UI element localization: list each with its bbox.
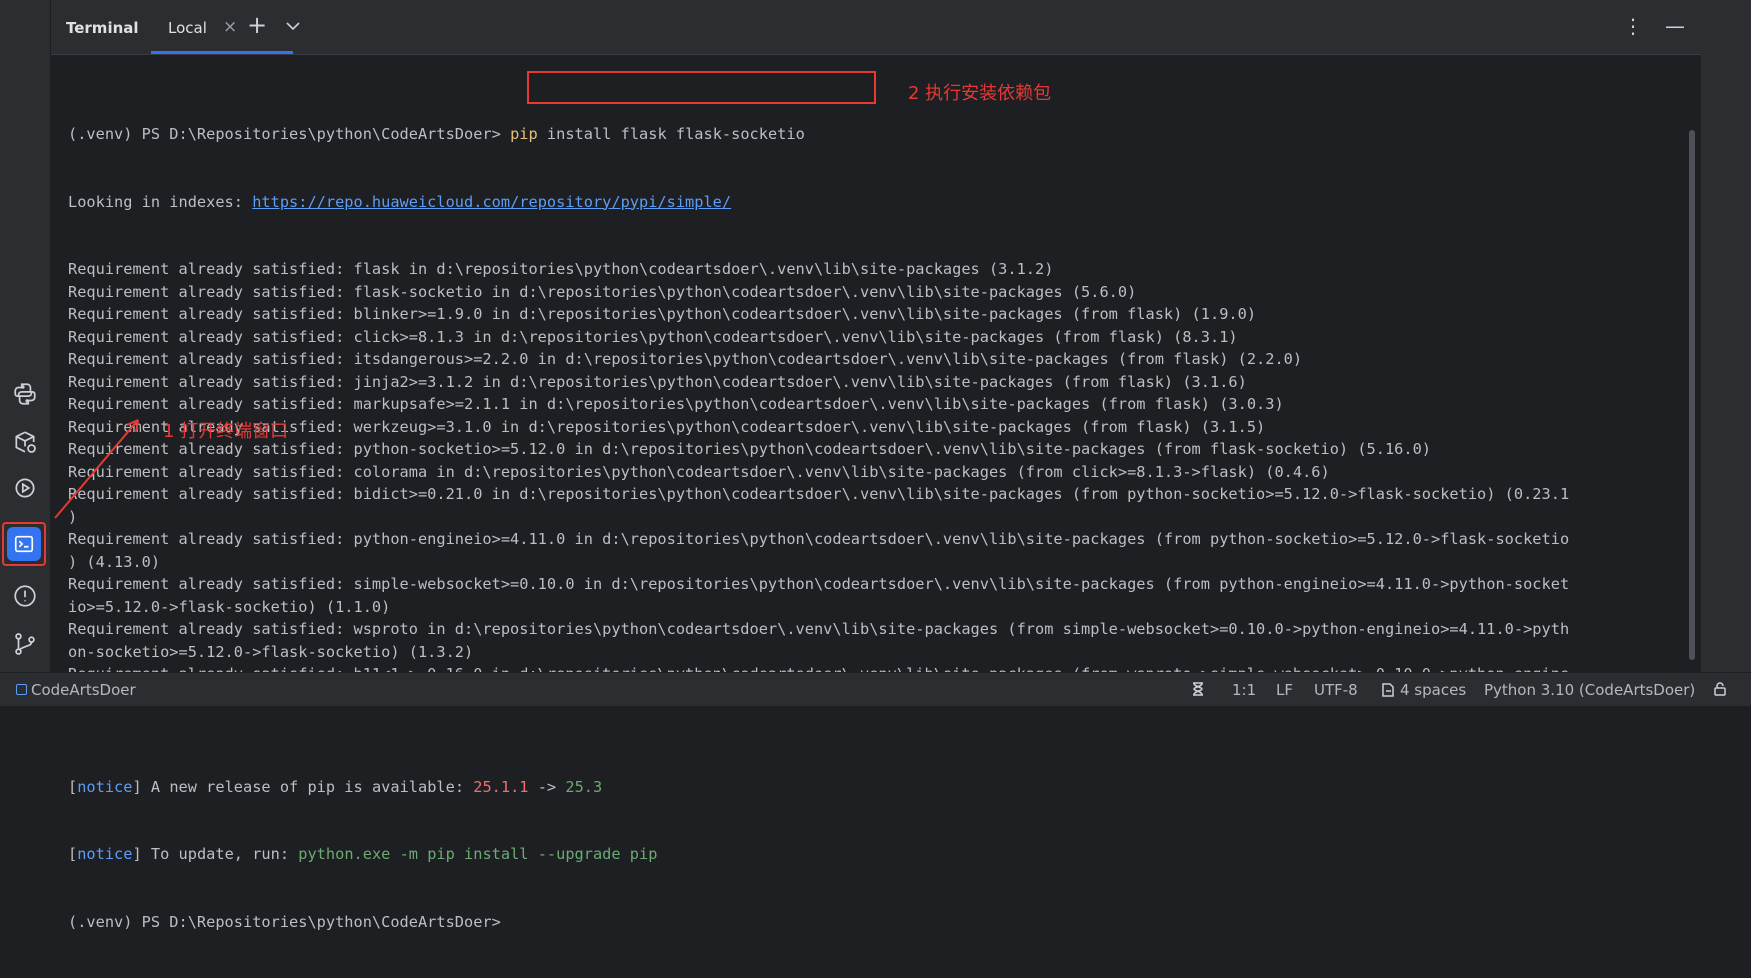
terminal-line: Requirement already satisfied: blinker>=… — [68, 305, 1257, 323]
line-separator[interactable]: LF — [1276, 681, 1293, 699]
looking-in-indexes-label: Looking in indexes: — [68, 192, 253, 211]
final-prompt: (.venv) PS D:\Repositories\python\CodeAr… — [68, 912, 501, 931]
lock-icon[interactable] — [1712, 681, 1728, 701]
services-run-icon[interactable] — [7, 470, 43, 506]
tab-local[interactable]: Local × — [151, 0, 293, 54]
terminal-line: Requirement already satisfied: markupsaf… — [68, 395, 1284, 413]
terminal-line: Requirement already satisfied: simple-we… — [68, 575, 1570, 593]
notice-tag: notice — [77, 777, 133, 796]
command-highlight-box — [527, 71, 876, 104]
chevron-down-icon[interactable] — [283, 16, 303, 36]
file-encoding[interactable]: UTF-8 — [1314, 681, 1358, 699]
indent-value: 4 spaces — [1400, 681, 1467, 699]
terminal-line: Requirement already satisfied: flask in … — [68, 260, 1054, 278]
git-icon[interactable] — [7, 626, 43, 662]
hourglass-icon[interactable] — [1190, 681, 1206, 701]
problems-icon[interactable] — [7, 578, 43, 614]
terminal-icon — [7, 527, 41, 561]
status-bar: CodeArtsDoer 1:1 LF UTF-8 4 spaces Pytho… — [0, 672, 1751, 706]
python-console-icon[interactable] — [7, 376, 43, 412]
caret-position[interactable]: 1:1 — [1232, 681, 1256, 699]
prompt: (.venv) PS D:\Repositories\python\CodeAr… — [68, 125, 501, 143]
pip-output: Requirement already satisfied: flask in … — [68, 258, 1569, 731]
notice-line: [notice] To update, run: python.exe -m p… — [68, 845, 658, 863]
active-tab-indicator — [151, 51, 293, 54]
terminal-line: ) (4.13.0) — [68, 552, 161, 571]
hide-panel-icon[interactable]: — — [1665, 14, 1685, 38]
terminal-panel: Terminal Local × + ⋮ — (.venv) PS D:\Rep… — [51, 0, 1701, 931]
command-args: install flask flask-socketio — [537, 125, 805, 143]
index-url-link[interactable]: https://repo.huaweicloud.com/repository/… — [252, 193, 731, 211]
add-tab-icon[interactable]: + — [247, 11, 267, 39]
annotation-step-1: 1 打开终端窗口 — [163, 421, 289, 442]
terminal-line: Requirement already satisfied: colorama … — [68, 462, 1330, 481]
terminal-line: Requirement already satisfied: flask-soc… — [68, 282, 1137, 301]
close-icon[interactable]: × — [223, 17, 237, 37]
scrollbar[interactable] — [1689, 130, 1695, 660]
more-options-icon[interactable]: ⋮ — [1623, 14, 1643, 38]
tool-window-title: Terminal — [66, 19, 139, 37]
interpreter-widget[interactable]: Python 3.10 (CodeArtsDoer) — [1484, 681, 1695, 699]
terminal-output[interactable]: (.venv) PS D:\Repositories\python\CodeAr… — [68, 78, 1569, 978]
terminal-line: Requirement already satisfied: bidict>=0… — [68, 485, 1570, 503]
terminal-line: Requirement already satisfied: wsproto i… — [68, 620, 1570, 638]
terminal-line: Requirement already satisfied: python-en… — [68, 530, 1570, 548]
terminal-line: Requirement already satisfied: click>=8.… — [68, 327, 1238, 346]
old-version: 25.1.1 — [473, 777, 529, 796]
terminal-line: Requirement already satisfied: werkzeug>… — [68, 417, 1266, 436]
right-tool-strip — [1701, 0, 1751, 672]
terminal-line: Looking in indexes: https://repo.huaweic… — [68, 191, 1569, 214]
terminal-line: Requirement already satisfied: itsdanger… — [68, 350, 1303, 368]
tool-window-strip — [0, 0, 51, 672]
python-packages-icon[interactable] — [7, 424, 43, 460]
project-square-icon — [16, 684, 27, 695]
notice-tag: notice — [77, 845, 133, 863]
indent-icon — [1382, 683, 1394, 697]
annotation-step-2: 2 执行安装依赖包 — [908, 83, 1052, 104]
scrollbar-thumb[interactable] — [1689, 130, 1695, 660]
notice-line: [notice] A new release of pip is availab… — [68, 777, 603, 796]
terminal-line: Requirement already satisfied: jinja2>=3… — [68, 372, 1247, 391]
terminal-line: Requirement already satisfied: python-so… — [68, 440, 1432, 458]
terminal-line: (.venv) PS D:\Repositories\python\CodeAr… — [68, 911, 1569, 934]
upgrade-command: python.exe -m pip install --upgrade pip — [298, 845, 658, 863]
project-widget[interactable]: CodeArtsDoer — [16, 681, 136, 699]
new-version: 25.3 — [565, 777, 603, 796]
tab-label: Local — [168, 19, 207, 37]
terminal-line: (.venv) PS D:\Repositories\python\CodeAr… — [68, 123, 1569, 146]
project-name: CodeArtsDoer — [31, 681, 136, 699]
terminal-tool-button[interactable] — [2, 522, 46, 566]
terminal-line: on-socketio>=5.12.0->flask-socketio) (1.… — [68, 642, 474, 661]
indent-widget[interactable]: 4 spaces — [1380, 681, 1466, 699]
terminal-toolbar: Terminal Local × + ⋮ — — [51, 0, 1701, 55]
terminal-line: io>=5.12.0->flask-socketio) (1.1.0) — [68, 597, 391, 616]
command-pip: pip — [510, 125, 538, 143]
terminal-line: ) — [68, 507, 78, 526]
